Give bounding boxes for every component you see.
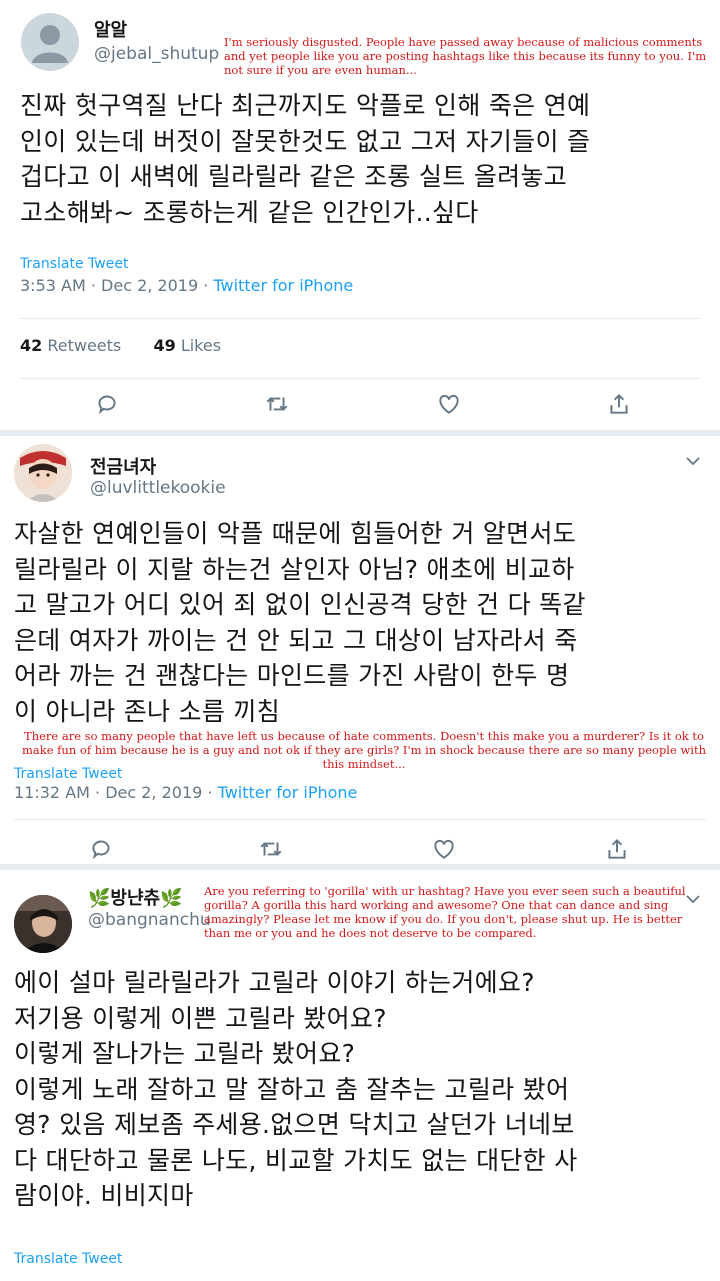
- translation-annotation: There are so many people that have left …: [21, 729, 706, 771]
- avatar[interactable]: [14, 444, 72, 502]
- tweet-source[interactable]: Twitter for iPhone: [218, 783, 358, 802]
- like-icon[interactable]: [436, 391, 462, 417]
- tweet-stats: 42 Retweets 49 Likes: [20, 336, 221, 355]
- divider: [14, 819, 706, 820]
- author-handle[interactable]: @luvlittlekookie: [90, 478, 226, 498]
- like-icon[interactable]: [431, 836, 457, 862]
- tweet-source[interactable]: Twitter for iPhone: [213, 276, 353, 295]
- reply-icon[interactable]: [94, 391, 120, 417]
- tweet-timestamp: 3:53 AM · Dec 2, 2019 · Twitter for iPho…: [20, 276, 353, 295]
- tweet-text: 진짜 헛구역질 난다 최근까지도 악플로 인해 죽은 연예 인이 있는데 버젓이…: [20, 91, 591, 227]
- tweet-2: 전금녀자 @luvlittlekookie 자살한 연예인들이 악플 때문에 힘…: [0, 436, 720, 864]
- share-icon[interactable]: [604, 836, 630, 862]
- retweets-label: Retweets: [47, 336, 122, 355]
- reply-icon[interactable]: [88, 836, 114, 862]
- author-name[interactable]: 알알: [94, 16, 127, 42]
- likes-label: Likes: [180, 336, 222, 355]
- translate-tweet-link[interactable]: Translate Tweet: [20, 256, 128, 272]
- translation-annotation: I'm seriously disgusted. People have pas…: [224, 35, 707, 77]
- author-name[interactable]: 전금녀자: [90, 453, 156, 479]
- divider: [20, 318, 700, 319]
- translation-annotation: Are you referring to 'gorilla' with ur h…: [204, 884, 686, 940]
- retweets-stat[interactable]: 42 Retweets: [20, 336, 121, 355]
- likes-stat[interactable]: 49 Likes: [153, 336, 221, 355]
- retweet-icon[interactable]: [258, 836, 284, 862]
- tweet-timestamp: 11:32 AM · Dec 2, 2019 · Twitter for iPh…: [14, 783, 357, 802]
- share-icon[interactable]: [606, 391, 632, 417]
- translate-tweet-link[interactable]: Translate Tweet: [14, 1251, 122, 1267]
- retweets-count: 42: [20, 336, 43, 355]
- tweet-time[interactable]: 3:53 AM · Dec 2, 2019 ·: [20, 276, 213, 295]
- retweet-icon[interactable]: [264, 391, 290, 417]
- tweet-time[interactable]: 11:32 AM · Dec 2, 2019 ·: [14, 783, 218, 802]
- chevron-down-icon[interactable]: [686, 456, 700, 466]
- tweet-3: 🌿방냔츄🌿 @bangnanchu Are you referring to '…: [0, 870, 720, 1281]
- tweet-text: 자살한 연예인들이 악플 때문에 힘들어한 거 알면서도 릴라릴라 이 지랄 하…: [14, 519, 586, 726]
- author-handle[interactable]: @bangnanchu: [88, 910, 211, 930]
- author-name[interactable]: 🌿방냔츄🌿: [88, 884, 183, 910]
- likes-count: 49: [153, 336, 176, 355]
- translate-tweet-link[interactable]: Translate Tweet: [14, 766, 122, 782]
- divider: [20, 378, 700, 379]
- avatar[interactable]: [14, 895, 72, 953]
- author-handle[interactable]: @jebal_shutup: [94, 44, 219, 64]
- tweet-text: 에이 설마 릴라릴라가 고릴라 이야기 하는거에요? 저기용 이렇게 이쁜 고릴…: [14, 968, 578, 1210]
- default-avatar-icon[interactable]: [21, 13, 79, 71]
- tweet-1: 알알 @jebal_shutup I'm seriously disgusted…: [0, 0, 720, 430]
